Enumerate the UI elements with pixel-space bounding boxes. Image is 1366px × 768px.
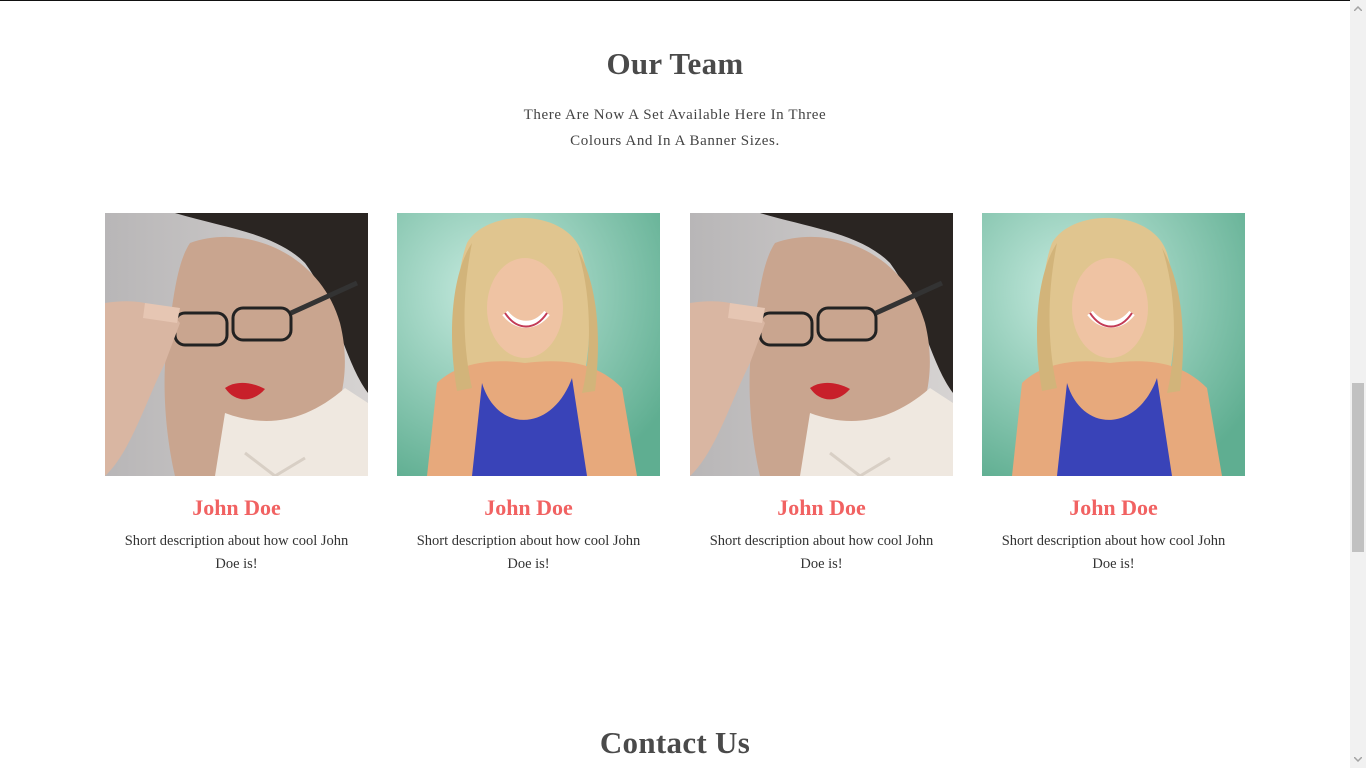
team-member-card: John Doe Short description about how coo… bbox=[690, 213, 953, 576]
member-name: John Doe bbox=[777, 495, 866, 520]
contact-section-title: Contact Us bbox=[599, 725, 751, 760]
member-description: Short description about how cool John Do… bbox=[124, 533, 349, 572]
member-name: John Doe bbox=[484, 495, 573, 520]
member-description: Short description about how cool John Do… bbox=[1001, 533, 1226, 572]
team-member-card: John Doe Short description about how coo… bbox=[397, 213, 660, 576]
chevron-down-icon[interactable] bbox=[1350, 751, 1366, 768]
member-name: John Doe bbox=[1069, 495, 1158, 520]
team-intro-text: There Are Now A Set Available Here In Th… bbox=[523, 107, 827, 149]
team-member-card: John Doe Short description about how coo… bbox=[105, 213, 368, 576]
vertical-scrollbar[interactable] bbox=[1350, 0, 1366, 768]
team-member-card: John Doe Short description about how coo… bbox=[982, 213, 1245, 576]
member-photo-blonde-woman bbox=[982, 213, 1245, 476]
member-photo-blonde-woman bbox=[397, 213, 660, 476]
member-photo-woman-glasses bbox=[105, 213, 368, 476]
chevron-up-icon[interactable] bbox=[1350, 0, 1366, 17]
member-description: Short description about how cool John Do… bbox=[709, 533, 934, 572]
page: Our Team There Are Now A Set Available H… bbox=[0, 0, 1350, 768]
member-name: John Doe bbox=[192, 495, 281, 520]
member-description: Short description about how cool John Do… bbox=[416, 533, 641, 572]
member-photo-woman-glasses bbox=[690, 213, 953, 476]
scrollbar-thumb[interactable] bbox=[1352, 383, 1364, 552]
team-section-title: Our Team bbox=[606, 46, 744, 81]
